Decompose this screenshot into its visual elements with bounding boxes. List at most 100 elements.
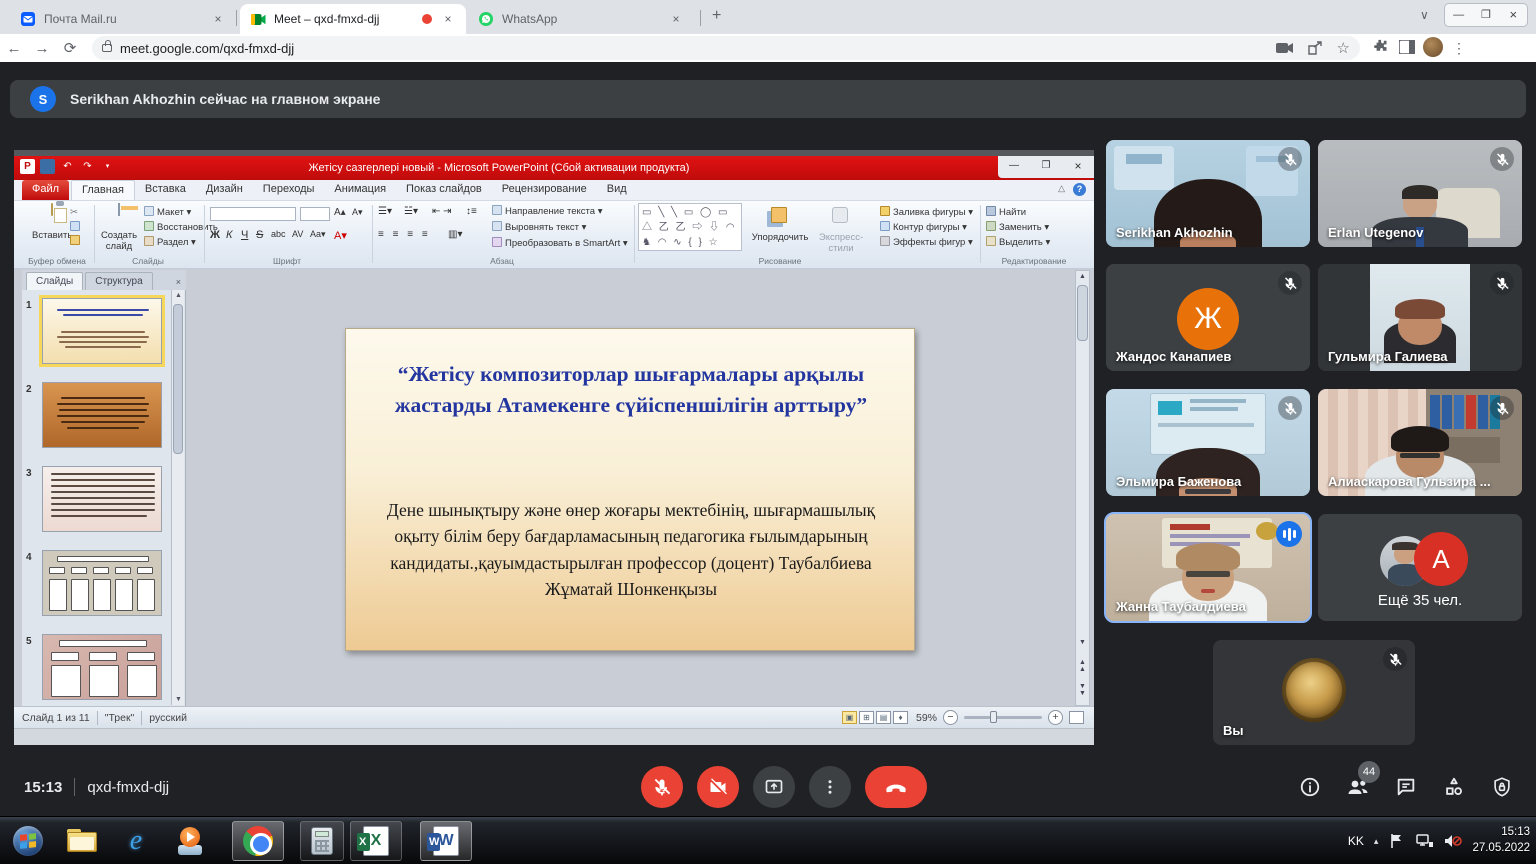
font-color-icon[interactable]: A▾ xyxy=(334,229,347,242)
chat-icon[interactable] xyxy=(1394,775,1418,799)
language-indicator[interactable]: KK xyxy=(1348,834,1364,848)
omnibox[interactable]: meet.google.com/qxd-fmxd-djj ☆ xyxy=(92,36,1360,60)
participants-icon[interactable]: 44 xyxy=(1346,775,1370,799)
ppt-close-button[interactable]: × xyxy=(1062,156,1094,178)
participant-tile-zhandos[interactable]: Ж Жандос Канапиев xyxy=(1106,264,1310,371)
ribbon-tab-transitions[interactable]: Переходы xyxy=(253,180,325,200)
align-icons[interactable]: ≡ ≡ ≡ ≡ xyxy=(378,229,431,240)
taskbar-word-button[interactable]: WW xyxy=(420,821,472,861)
columns-icon[interactable]: ▥▾ xyxy=(448,229,462,240)
camera-toggle-button[interactable] xyxy=(697,766,739,808)
ribbon-tab-animations[interactable]: Анимация xyxy=(324,180,396,200)
indent-icons[interactable]: ⇤ ⇥ xyxy=(432,206,452,217)
font-name-box[interactable] xyxy=(210,207,296,221)
quick-styles-button[interactable]: Экспресс-стили xyxy=(810,207,872,255)
taskbar-ie-button[interactable]: e xyxy=(110,821,162,861)
mic-toggle-button[interactable] xyxy=(641,766,683,808)
reading-view-icon[interactable]: ▤ xyxy=(876,711,891,724)
tab-search-chevron-icon[interactable]: ∨ xyxy=(1420,8,1429,22)
new-tab-button[interactable]: + xyxy=(712,7,721,25)
format-painter-icon[interactable] xyxy=(70,235,83,247)
bookmark-star-icon[interactable]: ☆ xyxy=(1337,39,1350,57)
start-button[interactable] xyxy=(6,821,50,861)
italic-button[interactable]: К xyxy=(226,229,232,241)
close-button[interactable]: × xyxy=(1500,4,1527,26)
slide-canvas[interactable]: “Жетісу композиторлар шығармалары арқылы… xyxy=(345,328,915,651)
slideshow-icon[interactable]: ♦ xyxy=(893,711,908,724)
you-tile[interactable]: Вы xyxy=(1213,640,1415,745)
tab-meet[interactable]: Meet – qxd-fmxd-djj × xyxy=(240,4,466,34)
tab-mail[interactable]: Почта Mail.ru × xyxy=(10,6,236,32)
participant-tile-elmira[interactable]: Эльмира Баженова xyxy=(1106,389,1310,496)
participant-tile-aliaskarova[interactable]: Алиаскарова Гульзира ... xyxy=(1318,389,1522,496)
panel-close-icon[interactable]: × xyxy=(176,277,181,290)
select-button[interactable]: Выделить ▾ xyxy=(986,236,1050,248)
help-icon[interactable]: ? xyxy=(1073,183,1086,196)
slide-sorter-icon[interactable]: ⊞ xyxy=(859,711,874,724)
panel-scrollbar[interactable]: ▲ ▼ xyxy=(171,290,184,705)
taskbar-chrome-button[interactable] xyxy=(232,821,284,861)
fit-to-window-icon[interactable] xyxy=(1069,711,1084,724)
underline-button[interactable]: Ч xyxy=(241,229,248,241)
taskbar-wmp-button[interactable] xyxy=(164,821,216,861)
taskbar-calculator-button[interactable] xyxy=(300,821,344,861)
slide-thumbnail-5[interactable]: 5 xyxy=(26,634,176,700)
taskbar-explorer-button[interactable] xyxy=(56,821,108,861)
paste-button[interactable]: Вставить xyxy=(32,205,72,242)
shrink-font-icon[interactable]: A▾ xyxy=(352,207,363,218)
more-options-button[interactable] xyxy=(809,766,851,808)
numbering-icon[interactable]: ☱▾ xyxy=(404,206,418,217)
taskbar-excel-button[interactable]: XX xyxy=(350,821,402,861)
tab-whatsapp[interactable]: WhatsApp × xyxy=(468,6,694,32)
leave-call-button[interactable] xyxy=(865,766,927,808)
ribbon-tab-slideshow[interactable]: Показ слайдов xyxy=(396,180,492,200)
new-slide-button[interactable]: Создать слайд xyxy=(98,205,140,253)
section-button[interactable]: Раздел ▾ xyxy=(144,236,196,248)
zoom-slider[interactable] xyxy=(964,716,1042,719)
ribbon-tab-insert[interactable]: Вставка xyxy=(135,180,196,200)
arrange-button[interactable]: Упорядочить xyxy=(752,207,808,244)
grow-font-icon[interactable]: A▴ xyxy=(334,207,346,218)
taskbar-clock[interactable]: 15:13 27.05.2022 xyxy=(1472,825,1530,856)
participant-tile-gulmira[interactable]: Гульмира Галиева xyxy=(1318,264,1522,371)
collapse-ribbon-icon[interactable]: △ xyxy=(1058,183,1065,196)
participant-tile-zhanna[interactable]: Жанна Таубалдиева xyxy=(1106,514,1310,621)
ribbon-tab-review[interactable]: Рецензирование xyxy=(492,180,597,200)
shadow-icon[interactable]: abc xyxy=(271,229,286,239)
slide-thumbnail-2[interactable]: 2 xyxy=(26,382,176,448)
volume-muted-icon[interactable] xyxy=(1444,833,1462,849)
tab-close-icon[interactable]: × xyxy=(210,11,226,27)
shape-effects-button[interactable]: Эффекты фигур ▾ xyxy=(880,236,973,248)
ribbon-tab-file[interactable]: Файл xyxy=(22,180,69,200)
profile-avatar[interactable] xyxy=(1420,37,1446,60)
reload-icon[interactable]: ⟳ xyxy=(56,39,84,57)
host-controls-icon[interactable] xyxy=(1490,775,1514,799)
share-icon[interactable] xyxy=(1308,41,1323,55)
forward-icon[interactable]: → xyxy=(28,40,56,57)
ribbon-tab-home[interactable]: Главная xyxy=(71,180,135,200)
bold-button[interactable]: Ж xyxy=(210,229,220,241)
participant-tile-serikhan[interactable]: Serikhan Akhozhin xyxy=(1106,140,1310,247)
previous-slide-button[interactable]: ▲▲ xyxy=(1076,659,1089,673)
copy-icon[interactable] xyxy=(70,221,83,233)
restore-button[interactable]: ❐ xyxy=(1472,4,1499,26)
back-icon[interactable]: ← xyxy=(0,40,28,57)
slide-thumbnail-4[interactable]: 4 xyxy=(26,550,176,616)
ribbon-tab-view[interactable]: Вид xyxy=(597,180,637,200)
smartart-button[interactable]: Преобразовать в SmartArt ▾ xyxy=(492,237,628,249)
replace-button[interactable]: Заменить ▾ xyxy=(986,221,1049,233)
zoom-out-icon[interactable]: − xyxy=(943,710,958,725)
browser-menu-kebab-icon[interactable]: ⋮ xyxy=(1446,40,1472,57)
extensions-puzzle-icon[interactable] xyxy=(1368,39,1394,58)
ppt-minimize-button[interactable]: — xyxy=(998,156,1030,178)
cut-icon[interactable]: ✂ xyxy=(70,207,78,218)
font-size-box[interactable] xyxy=(300,207,330,221)
activities-icon[interactable] xyxy=(1442,775,1466,799)
shape-fill-button[interactable]: Заливка фигуры ▾ xyxy=(880,206,973,218)
ppt-restore-button[interactable]: ❐ xyxy=(1030,156,1062,178)
camera-permission-icon[interactable] xyxy=(1276,42,1294,54)
tray-expand-icon[interactable]: ▴ xyxy=(1374,836,1379,847)
meeting-details-icon[interactable] xyxy=(1298,775,1322,799)
present-button[interactable] xyxy=(753,766,795,808)
side-panel-icon[interactable] xyxy=(1394,40,1420,57)
